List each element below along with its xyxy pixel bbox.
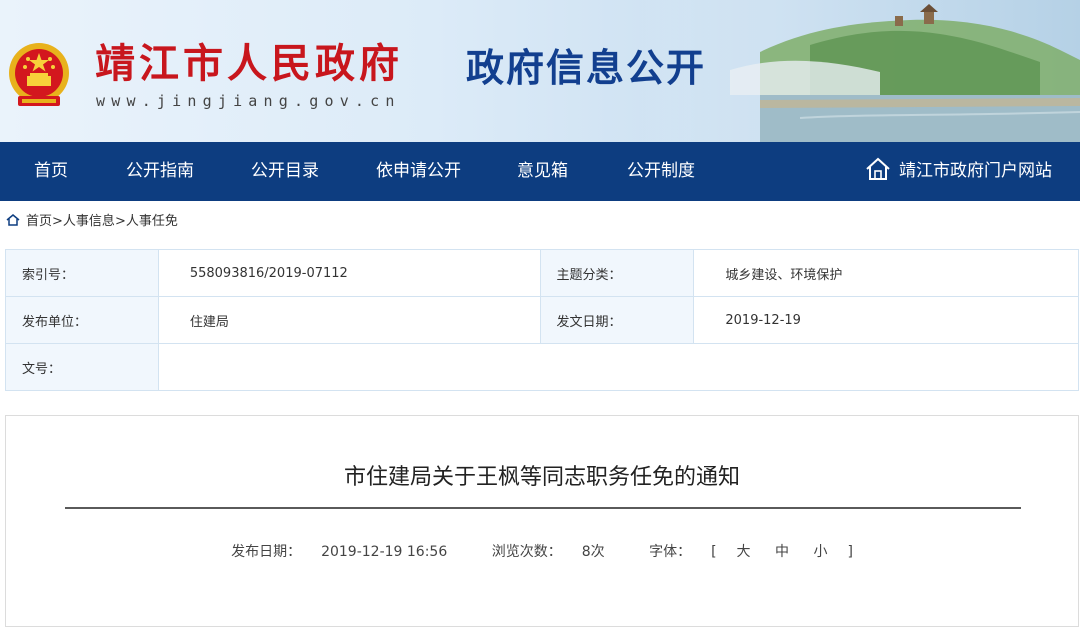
title-divider	[65, 507, 1021, 509]
article-meta: 发布日期： 2019-12-19 16:56 浏览次数： 8次 字体： [ 大 中 小]	[6, 541, 1078, 561]
breadcrumb-personnel-info[interactable]: 人事信息	[63, 214, 115, 229]
issue-date-value: 2019-12-19	[693, 296, 1079, 344]
site-url: www.jingjiang.gov.cn	[96, 92, 401, 110]
document-info-table: 索引号： 558093816/2019-07112 主题分类： 城乡建设、环境保…	[5, 249, 1080, 391]
national-emblem-icon	[9, 43, 69, 106]
nav-item-catalog[interactable]: 公开目录	[251, 142, 319, 201]
header-banner: 靖江市人民政府 www.jingjiang.gov.cn 政府信息公开	[0, 0, 1080, 142]
breadcrumb-separator: >	[52, 214, 63, 229]
publish-date-value: 2019-12-19 16:56	[321, 544, 448, 560]
issue-date-label: 发文日期：	[539, 296, 695, 344]
bracket-open: [	[711, 544, 717, 560]
index-number-label: 索引号：	[5, 249, 159, 297]
table-row: 索引号： 558093816/2019-07112 主题分类： 城乡建设、环境保…	[5, 249, 1079, 297]
nav-item-guide[interactable]: 公开指南	[126, 142, 194, 201]
font-size-large[interactable]: 大	[737, 544, 751, 560]
view-count: 浏览次数： 8次	[482, 544, 615, 560]
publish-date-label: 发布日期：	[231, 544, 302, 560]
font-size-medium[interactable]: 中	[775, 544, 789, 560]
home-icon	[6, 213, 20, 226]
publisher-value: 住建局	[157, 296, 541, 344]
publisher-label: 发布单位：	[5, 296, 159, 344]
breadcrumb-separator: >	[114, 214, 126, 229]
document-number-value	[157, 343, 1080, 391]
home-icon	[866, 157, 890, 180]
article-title: 市住建局关于王枫等同志职务任免的通知	[343, 465, 740, 490]
site-name: 靖江市人民政府	[95, 40, 403, 87]
bracket-close: ]	[847, 544, 853, 560]
index-number-value: 558093816/2019-07112	[157, 249, 541, 297]
article-panel: 市住建局关于王枫等同志职务任免的通知 发布日期： 2019-12-19 16:56…	[5, 415, 1079, 627]
table-row: 发布单位： 住建局 发文日期： 2019-12-19	[5, 296, 1079, 344]
view-count-value: 8次	[581, 544, 605, 560]
font-size-label: 字体：	[649, 544, 692, 560]
nav-item-rules[interactable]: 公开制度	[627, 142, 695, 201]
topic-category-label: 主题分类：	[539, 249, 695, 297]
nav-item-home[interactable]: 首页	[34, 142, 68, 201]
font-size-small[interactable]: 小	[813, 544, 827, 560]
nav-item-mailbox[interactable]: 意见箱	[517, 142, 568, 201]
table-row: 文号：	[5, 343, 1080, 391]
main-nav: 首页 公开指南 公开目录 依申请公开 意见箱 公开制度 靖江市政府门户网站	[0, 142, 1080, 201]
breadcrumb-home[interactable]: 首页	[26, 214, 52, 229]
portal-link-label: 靖江市政府门户网站	[899, 161, 1052, 181]
publish-date: 发布日期： 2019-12-19 16:56	[221, 544, 457, 560]
view-count-label: 浏览次数：	[491, 544, 562, 560]
breadcrumb-appointments[interactable]: 人事任免	[126, 214, 178, 229]
breadcrumb: 首页>人事信息>人事任免	[6, 210, 178, 229]
font-size-switcher: 字体： [ 大 中 小]	[639, 544, 863, 560]
section-title: 政府信息公开	[466, 46, 707, 90]
document-number-label: 文号：	[5, 343, 159, 391]
nav-item-apply[interactable]: 依申请公开	[376, 142, 461, 201]
topic-category-value: 城乡建设、环境保护	[693, 249, 1079, 297]
portal-link[interactable]: 靖江市政府门户网站	[865, 142, 1052, 201]
